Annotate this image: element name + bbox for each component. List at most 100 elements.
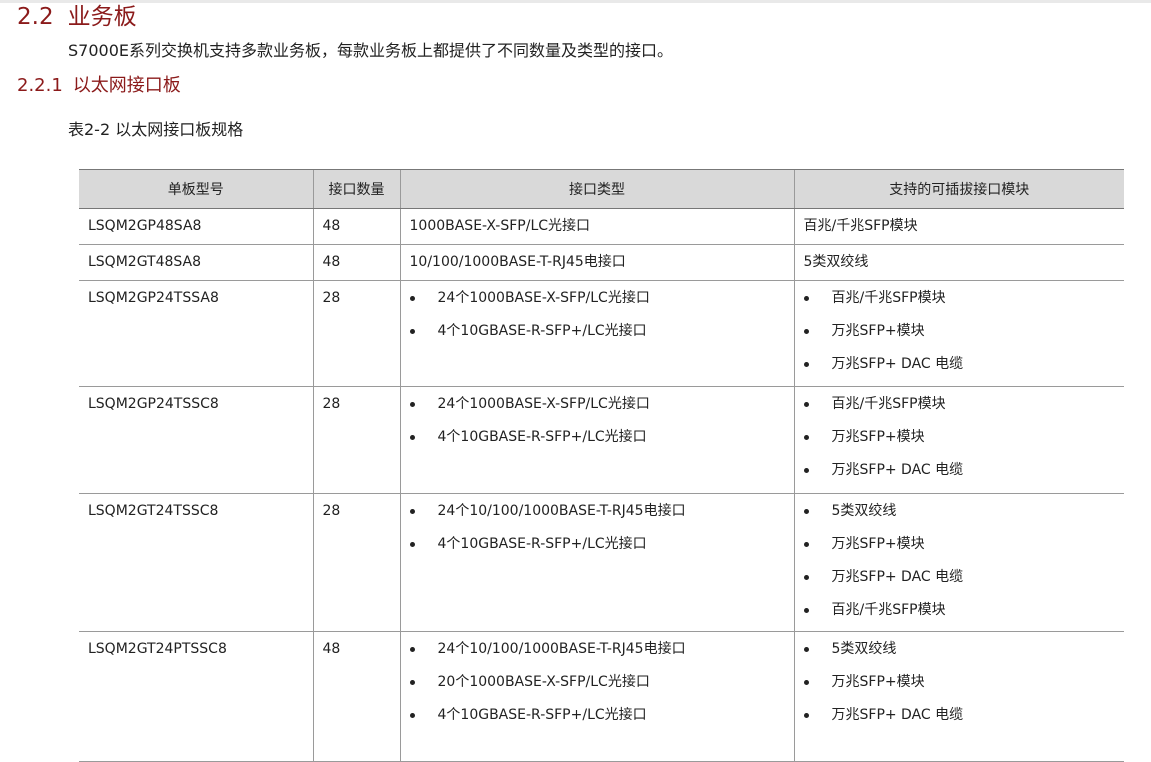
bullet-icon	[803, 713, 809, 718]
cell-model: LSQM2GT24PTSSC8	[79, 631, 313, 762]
header-type: 接口类型	[399, 169, 794, 209]
list-item: 万兆SFP+ DAC 电缆	[803, 707, 1116, 724]
bullet-icon	[803, 329, 809, 334]
bullet-icon	[803, 575, 809, 580]
section-number: 2.2	[17, 4, 54, 30]
table-row: LSQM2GP24TSSC8 28 24个1000BASE-X-SFP/LC光接…	[79, 386, 1124, 494]
list-item: 5类双绞线	[803, 503, 1116, 520]
cell-module: 5类双绞线	[793, 244, 1124, 281]
list-item: 万兆SFP+ DAC 电缆	[803, 569, 1116, 586]
bullet-icon	[409, 542, 415, 547]
module-text: 万兆SFP+ DAC 电缆	[831, 462, 964, 478]
bullet-icon	[803, 608, 809, 613]
table-row: LSQM2GT24TSSC8 28 24个10/100/1000BASE-T-R…	[79, 493, 1124, 632]
cell-model: LSQM2GP24TSSA8	[79, 280, 313, 387]
spec-table: 单板型号 接口数量 接口类型 支持的可插拔接口模块 LSQM2GP48SA8 4…	[79, 169, 1124, 762]
cell-module: 百兆/千兆SFP模块	[793, 208, 1124, 245]
type-text: 4个10GBASE-R-SFP+/LC光接口	[437, 707, 647, 723]
cell-count: 48	[312, 208, 400, 245]
list-item: 24个1000BASE-X-SFP/LC光接口	[409, 290, 785, 307]
bullet-icon	[803, 647, 809, 652]
list-item: 4个10GBASE-R-SFP+/LC光接口	[409, 536, 785, 553]
cell-modules: 5类双绞线 万兆SFP+模块 万兆SFP+ DAC 电缆 百兆/千兆SFP模块	[793, 493, 1124, 632]
type-text: 24个10/100/1000BASE-T-RJ45电接口	[437, 503, 686, 519]
list-item: 24个10/100/1000BASE-T-RJ45电接口	[409, 503, 785, 520]
bullet-icon	[409, 680, 415, 685]
list-item: 24个1000BASE-X-SFP/LC光接口	[409, 396, 785, 413]
module-text: 5类双绞线	[831, 503, 897, 519]
list-item: 4个10GBASE-R-SFP+/LC光接口	[409, 429, 785, 446]
table-row: LSQM2GT48SA8 48 10/100/1000BASE-T-RJ45电接…	[79, 244, 1124, 281]
table-caption: 表2-2 以太网接口板规格	[68, 120, 244, 139]
subsection-title: 以太网接口板	[72, 75, 181, 96]
section-heading: 2.2 业务板	[17, 1, 137, 33]
cell-model: LSQM2GT24TSSC8	[79, 493, 313, 632]
cell-modules: 百兆/千兆SFP模块 万兆SFP+模块 万兆SFP+ DAC 电缆	[793, 280, 1124, 387]
type-text: 4个10GBASE-R-SFP+/LC光接口	[437, 323, 647, 339]
module-text: 万兆SFP+模块	[831, 536, 925, 552]
bullet-icon	[409, 509, 415, 514]
list-item: 万兆SFP+模块	[803, 429, 1116, 446]
cell-types: 24个10/100/1000BASE-T-RJ45电接口 4个10GBASE-R…	[399, 493, 794, 632]
module-text: 万兆SFP+ DAC 电缆	[831, 569, 964, 585]
cell-count: 28	[312, 280, 400, 387]
cell-count: 28	[312, 493, 400, 632]
bullet-icon	[409, 713, 415, 718]
list-item: 百兆/千兆SFP模块	[803, 290, 1116, 307]
cell-model: LSQM2GT48SA8	[79, 244, 313, 281]
intro-paragraph: S7000E系列交换机支持多款业务板，每款业务板上都提供了不同数量及类型的接口。	[68, 41, 673, 60]
cell-type: 1000BASE-X-SFP/LC光接口	[399, 208, 794, 245]
cell-count: 48	[312, 244, 400, 281]
bullet-icon	[803, 402, 809, 407]
module-text: 百兆/千兆SFP模块	[831, 290, 946, 306]
type-text: 24个1000BASE-X-SFP/LC光接口	[437, 396, 650, 412]
bullet-icon	[409, 647, 415, 652]
bullet-icon	[803, 468, 809, 473]
type-text: 4个10GBASE-R-SFP+/LC光接口	[437, 429, 647, 445]
list-item: 万兆SFP+模块	[803, 674, 1116, 691]
header-count: 接口数量	[312, 169, 400, 209]
list-item: 5类双绞线	[803, 641, 1116, 658]
bullet-icon	[803, 296, 809, 301]
bullet-icon	[803, 435, 809, 440]
bullet-icon	[409, 402, 415, 407]
module-text: 万兆SFP+ DAC 电缆	[831, 707, 964, 723]
cell-types: 24个1000BASE-X-SFP/LC光接口 4个10GBASE-R-SFP+…	[399, 386, 794, 494]
list-item: 20个1000BASE-X-SFP/LC光接口	[409, 674, 785, 691]
type-text: 24个1000BASE-X-SFP/LC光接口	[437, 290, 650, 306]
header-modules: 支持的可插拔接口模块	[793, 169, 1124, 209]
list-item: 4个10GBASE-R-SFP+/LC光接口	[409, 323, 785, 340]
list-item: 百兆/千兆SFP模块	[803, 396, 1116, 413]
cell-model: LSQM2GP48SA8	[79, 208, 313, 245]
bullet-icon	[803, 680, 809, 685]
cell-count: 48	[312, 631, 400, 762]
bullet-icon	[803, 542, 809, 547]
list-item: 万兆SFP+ DAC 电缆	[803, 356, 1116, 373]
table-header-row: 单板型号 接口数量 接口类型 支持的可插拔接口模块	[79, 169, 1124, 209]
top-divider	[0, 0, 1151, 3]
subsection-number: 2.2.1	[17, 75, 63, 96]
bullet-icon	[803, 362, 809, 367]
subsection-heading: 2.2.1 以太网接口板	[17, 73, 181, 99]
bullet-icon	[409, 296, 415, 301]
header-model: 单板型号	[79, 169, 313, 209]
module-text: 万兆SFP+模块	[831, 429, 925, 445]
bullet-icon	[409, 435, 415, 440]
section-title: 业务板	[67, 4, 137, 30]
type-text: 20个1000BASE-X-SFP/LC光接口	[437, 674, 650, 690]
cell-modules: 5类双绞线 万兆SFP+模块 万兆SFP+ DAC 电缆	[793, 631, 1124, 762]
type-text: 4个10GBASE-R-SFP+/LC光接口	[437, 536, 647, 552]
module-text: 5类双绞线	[831, 641, 897, 657]
table-row: LSQM2GP48SA8 48 1000BASE-X-SFP/LC光接口 百兆/…	[79, 208, 1124, 245]
module-text: 百兆/千兆SFP模块	[831, 396, 946, 412]
type-text: 24个10/100/1000BASE-T-RJ45电接口	[437, 641, 686, 657]
cell-model: LSQM2GP24TSSC8	[79, 386, 313, 494]
list-item: 万兆SFP+模块	[803, 323, 1116, 340]
list-item: 万兆SFP+ DAC 电缆	[803, 462, 1116, 479]
bullet-icon	[409, 329, 415, 334]
module-text: 百兆/千兆SFP模块	[831, 602, 946, 618]
list-item: 百兆/千兆SFP模块	[803, 602, 1116, 619]
cell-types: 24个10/100/1000BASE-T-RJ45电接口 20个1000BASE…	[399, 631, 794, 762]
module-text: 万兆SFP+ DAC 电缆	[831, 356, 964, 372]
bullet-icon	[803, 509, 809, 514]
